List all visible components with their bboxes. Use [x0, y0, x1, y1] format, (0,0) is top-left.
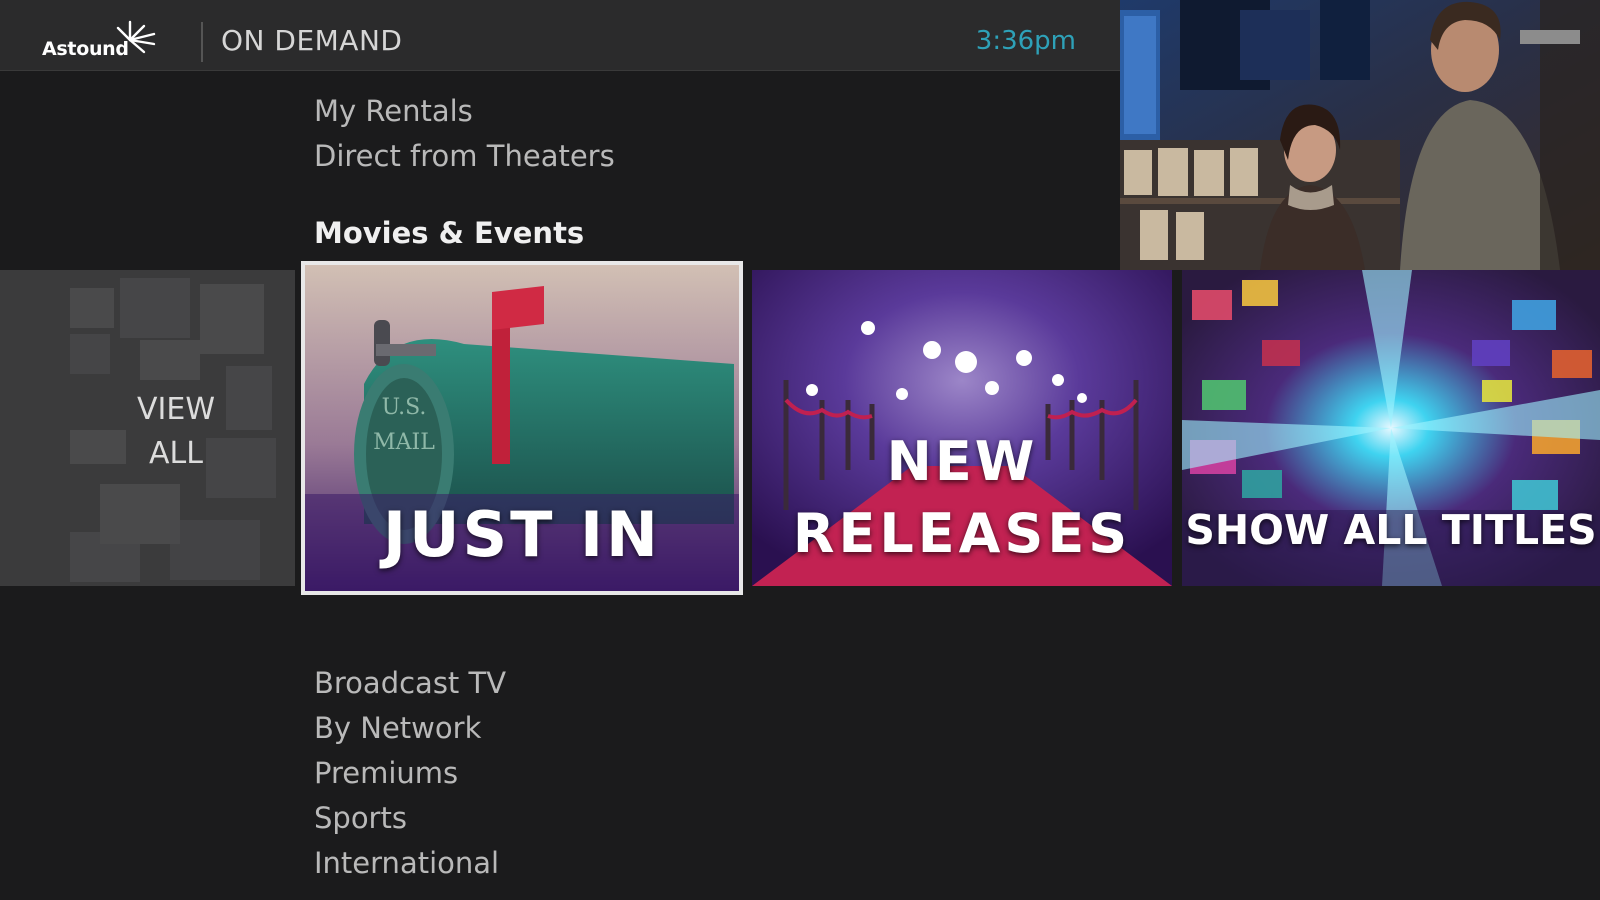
menu-item-broadcast-tv[interactable]: Broadcast TV [314, 666, 506, 700]
tile-just-in-label: JUST IN [383, 498, 661, 571]
tile-show-all-label: SHOW ALL TITLES [1185, 506, 1597, 554]
menu-item-international[interactable]: International [314, 846, 499, 880]
view-all-line2: ALL [149, 436, 203, 471]
header-bar: Astound ON DEMAND 3:36pm [0, 0, 1120, 71]
live-video-preview[interactable] [1120, 0, 1600, 270]
decor-square [140, 340, 200, 380]
menu-item-my-rentals[interactable]: My Rentals [314, 94, 473, 128]
decor-square [70, 288, 114, 328]
tile-new-releases-line2: RELEASES [792, 502, 1132, 565]
menu-item-by-network[interactable]: By Network [314, 711, 481, 745]
view-all-line1: VIEW [137, 392, 215, 427]
menu-item-direct-from-theaters[interactable]: Direct from Theaters [314, 139, 615, 173]
tile-just-in[interactable]: U.S. MAIL JUST IN [301, 261, 743, 595]
brand-name: Astound [42, 38, 129, 60]
menu-item-premiums[interactable]: Premiums [314, 756, 458, 790]
decor-square [170, 520, 260, 580]
brand-logo: Astound [42, 18, 162, 62]
tile-new-releases[interactable]: NEW RELEASES [752, 270, 1172, 586]
svg-text:MAIL: MAIL [373, 430, 435, 455]
page-title: ON DEMAND [221, 24, 403, 57]
decor-square [70, 532, 140, 582]
clock-time: 3:36pm [975, 26, 1076, 56]
decor-square [200, 284, 264, 354]
view-all-label: VIEW ALL [0, 388, 295, 476]
section-heading-movies-events: Movies & Events [314, 216, 585, 250]
decor-square [70, 334, 110, 374]
svg-text:U.S.: U.S. [382, 395, 427, 420]
menu-item-sports[interactable]: Sports [314, 801, 407, 835]
header-divider [201, 22, 203, 62]
tile-show-all-titles[interactable]: SHOW ALL TITLES [1182, 270, 1600, 586]
view-all-tile[interactable]: VIEW ALL [0, 270, 295, 586]
video-frame-image [1120, 0, 1600, 270]
tile-new-releases-line1: NEW [886, 430, 1038, 493]
decor-square [120, 278, 190, 338]
